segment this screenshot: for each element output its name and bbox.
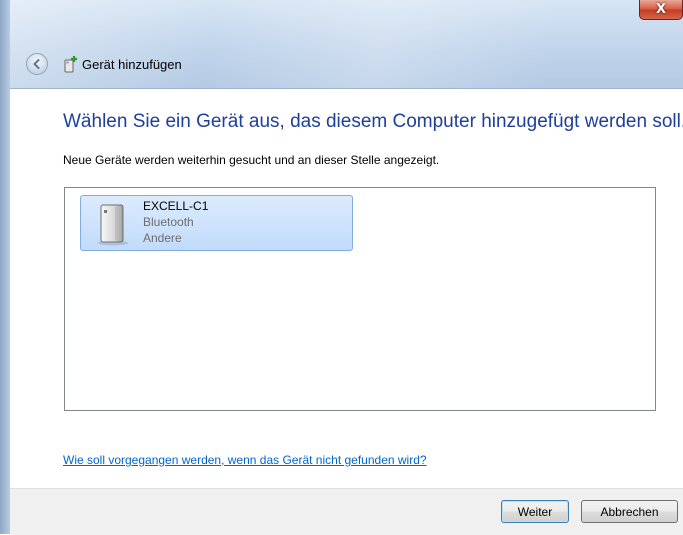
close-button[interactable]: X	[639, 0, 683, 20]
wizard-content: Wählen Sie ein Gerät aus, das diesem Com…	[10, 88, 683, 489]
next-button[interactable]: Weiter	[501, 500, 569, 523]
generic-device-icon	[98, 204, 128, 246]
cancel-button[interactable]: Abbrechen	[581, 500, 678, 523]
device-not-found-help-link[interactable]: Wie soll vorgegangen werden, wenn das Ge…	[63, 453, 427, 467]
device-item[interactable]: EXCELL-C1 Bluetooth Andere	[80, 195, 353, 251]
page-headline: Wählen Sie ein Gerät aus, das diesem Com…	[63, 111, 683, 132]
page-instructions: Neue Geräte werden weiterhin gesucht und…	[63, 153, 440, 167]
back-arrow-icon	[33, 59, 40, 69]
wizard-title: Gerät hinzufügen	[82, 57, 182, 72]
close-icon: X	[655, 2, 667, 17]
device-list[interactable]: EXCELL-C1 Bluetooth Andere	[64, 187, 656, 411]
wizard-footer: Weiter Abbrechen	[10, 488, 683, 535]
window-border-left	[0, 0, 10, 534]
back-button[interactable]	[26, 53, 48, 75]
wizard-nav-bar: Gerät hinzufügen	[10, 46, 683, 80]
device-type: Bluetooth	[143, 215, 194, 229]
add-device-icon	[64, 56, 77, 73]
device-category: Andere	[143, 231, 182, 245]
device-name: EXCELL-C1	[143, 199, 209, 213]
